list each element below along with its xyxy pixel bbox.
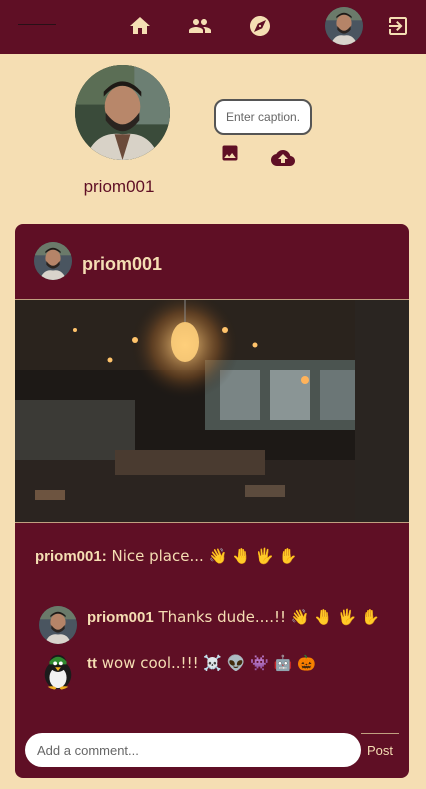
home-icon[interactable]: [128, 14, 152, 38]
post-author-avatar[interactable]: [34, 242, 72, 280]
profile-username: priom001: [83, 177, 155, 196]
app-logo[interactable]: [18, 24, 56, 25]
explore-icon[interactable]: [248, 14, 272, 38]
caption-username[interactable]: priom001:: [35, 548, 107, 565]
post-comment-button[interactable]: Post: [361, 733, 399, 767]
people-icon[interactable]: [188, 14, 212, 38]
comment-username[interactable]: tt: [87, 655, 97, 672]
cloud-upload-icon[interactable]: [271, 146, 295, 170]
comment-username[interactable]: priom001: [87, 609, 154, 626]
top-nav-bar: [0, 0, 426, 54]
caption-input[interactable]: [214, 99, 312, 135]
user-avatar[interactable]: [325, 7, 363, 45]
comment-text: Thanks dude....!! 👋 🤚 🖐 ✋: [153, 608, 380, 626]
profile-avatar[interactable]: [75, 65, 170, 160]
post-card: priom001 priom001: Nice place... 👋 🤚 🖐 ✋…: [15, 224, 409, 778]
post-caption: priom001: Nice place... 👋 🤚 🖐 ✋: [35, 547, 298, 565]
caption-text: Nice place... 👋 🤚 🖐 ✋: [106, 547, 298, 565]
logout-icon[interactable]: [386, 14, 410, 38]
comment-input[interactable]: [25, 733, 361, 767]
comment-text: wow cool..!!! ☠️ 👽 👾 🤖 🎃: [97, 654, 316, 672]
penguin-avatar-icon[interactable]: [39, 652, 77, 690]
image-select-icon[interactable]: [220, 143, 240, 163]
post-author-name[interactable]: priom001: [82, 254, 162, 275]
commenter-avatar[interactable]: [39, 606, 77, 644]
post-image[interactable]: [15, 299, 409, 523]
